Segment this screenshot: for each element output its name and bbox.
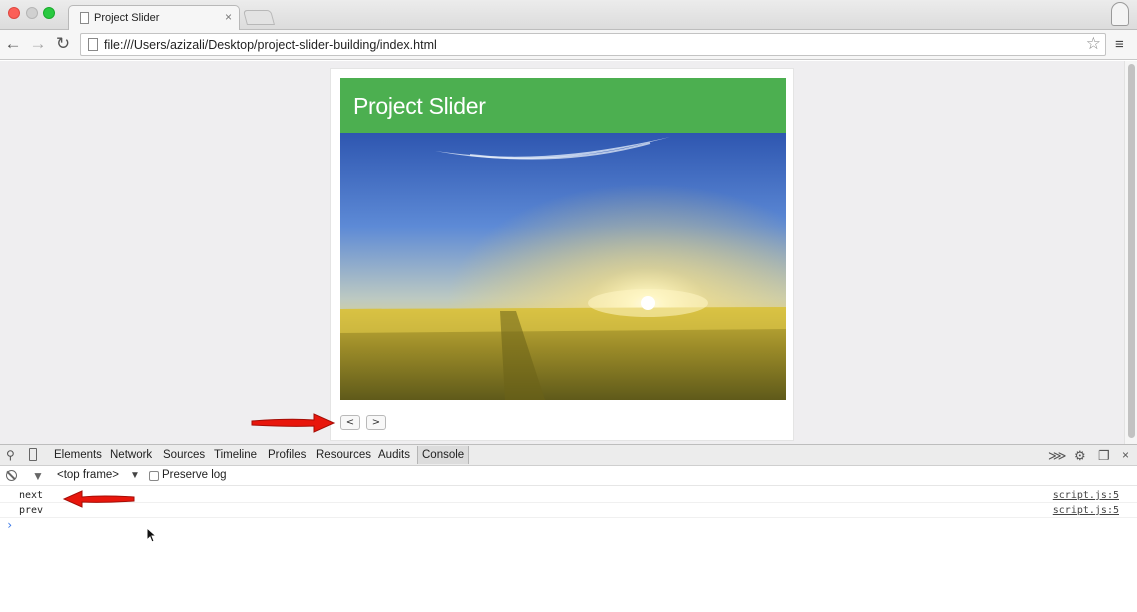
new-tab-button[interactable] <box>242 10 276 25</box>
frame-caret-icon[interactable]: ▼ <box>130 470 140 481</box>
settings-gear-icon[interactable]: ⚙ <box>1074 448 1086 464</box>
annotation-arrow-left-icon <box>62 490 135 508</box>
minimize-window-button[interactable] <box>26 7 38 19</box>
devtools-tabbar: ⚲ Elements Network Sources Timeline Prof… <box>0 444 1137 466</box>
page-scrollbar[interactable] <box>1124 61 1137 444</box>
console-toolbar: ▼ <top frame> ▼ Preserve log <box>0 466 1137 486</box>
forward-icon[interactable]: → <box>28 34 48 54</box>
page-icon <box>80 12 89 24</box>
tab-network[interactable]: Network <box>110 449 152 461</box>
console-message-text: prev <box>19 505 44 516</box>
clear-console-icon[interactable] <box>6 470 17 481</box>
tab-elements[interactable]: Elements <box>54 449 102 461</box>
slider-container: Project Slider < > <box>330 68 794 441</box>
tab-close-icon[interactable]: × <box>225 10 232 24</box>
device-mode-icon[interactable] <box>29 448 37 461</box>
tab-console[interactable]: Console <box>417 446 470 464</box>
console-message: next script.js:5 <box>0 488 1137 503</box>
frame-selector[interactable]: <top frame> <box>57 469 119 481</box>
sunrise-field-image <box>340 133 786 400</box>
browser-toolbar: ← → ↻ file:///Users/azizali/Desktop/proj… <box>0 30 1137 60</box>
filter-icon[interactable]: ▼ <box>32 469 44 483</box>
tab-sources[interactable]: Sources <box>163 449 205 461</box>
slide-image-svg <box>340 133 786 400</box>
window-titlebar: Project Slider × <box>0 0 1137 31</box>
tab-timeline[interactable]: Timeline <box>214 449 257 461</box>
scrollbar-thumb[interactable] <box>1128 64 1135 438</box>
bookmark-star-icon[interactable]: ☆ <box>1086 34 1101 54</box>
reload-icon[interactable]: ↻ <box>53 34 73 54</box>
tab-resources[interactable]: Resources <box>316 449 371 461</box>
slider-title: Project Slider <box>353 93 486 119</box>
dock-side-icon[interactable]: ❐ <box>1098 448 1110 464</box>
close-window-button[interactable] <box>8 7 20 19</box>
mouse-cursor-icon <box>146 527 157 543</box>
file-icon <box>88 38 98 51</box>
profile-icon[interactable] <box>1111 2 1129 26</box>
annotation-arrow-right-icon <box>251 413 336 433</box>
console-drawer-icon[interactable]: ⋙ <box>1048 448 1067 464</box>
menu-icon[interactable]: ≡ <box>1115 36 1129 54</box>
inspect-search-icon[interactable]: ⚲ <box>6 448 15 462</box>
back-icon[interactable]: ← <box>3 34 23 54</box>
console-source-link[interactable]: script.js:5 <box>1053 505 1119 516</box>
close-devtools-icon[interactable]: × <box>1122 448 1129 462</box>
tab-title: Project Slider <box>94 12 160 24</box>
address-bar[interactable]: file:///Users/azizali/Desktop/project-sl… <box>80 33 1106 56</box>
prev-button[interactable]: < <box>340 415 360 430</box>
console-source-link[interactable]: script.js:5 <box>1053 490 1119 501</box>
url-text[interactable]: file:///Users/azizali/Desktop/project-sl… <box>104 38 437 52</box>
browser-tab[interactable]: Project Slider × <box>68 5 240 31</box>
next-button[interactable]: > <box>366 415 386 430</box>
zoom-window-button[interactable] <box>43 7 55 19</box>
console-prompt[interactable]: › <box>6 518 13 532</box>
preserve-log-checkbox[interactable] <box>149 471 159 481</box>
console-message: prev script.js:5 <box>0 503 1137 518</box>
console-message-text: next <box>19 490 44 501</box>
tab-audits[interactable]: Audits <box>378 449 410 461</box>
slider-header: Project Slider <box>340 78 786 133</box>
tab-profiles[interactable]: Profiles <box>268 449 306 461</box>
page-viewport: Project Slider < > <box>0 61 1137 444</box>
preserve-log-label: Preserve log <box>162 469 227 481</box>
devtools-panel: ⚲ Elements Network Sources Timeline Prof… <box>0 444 1137 612</box>
